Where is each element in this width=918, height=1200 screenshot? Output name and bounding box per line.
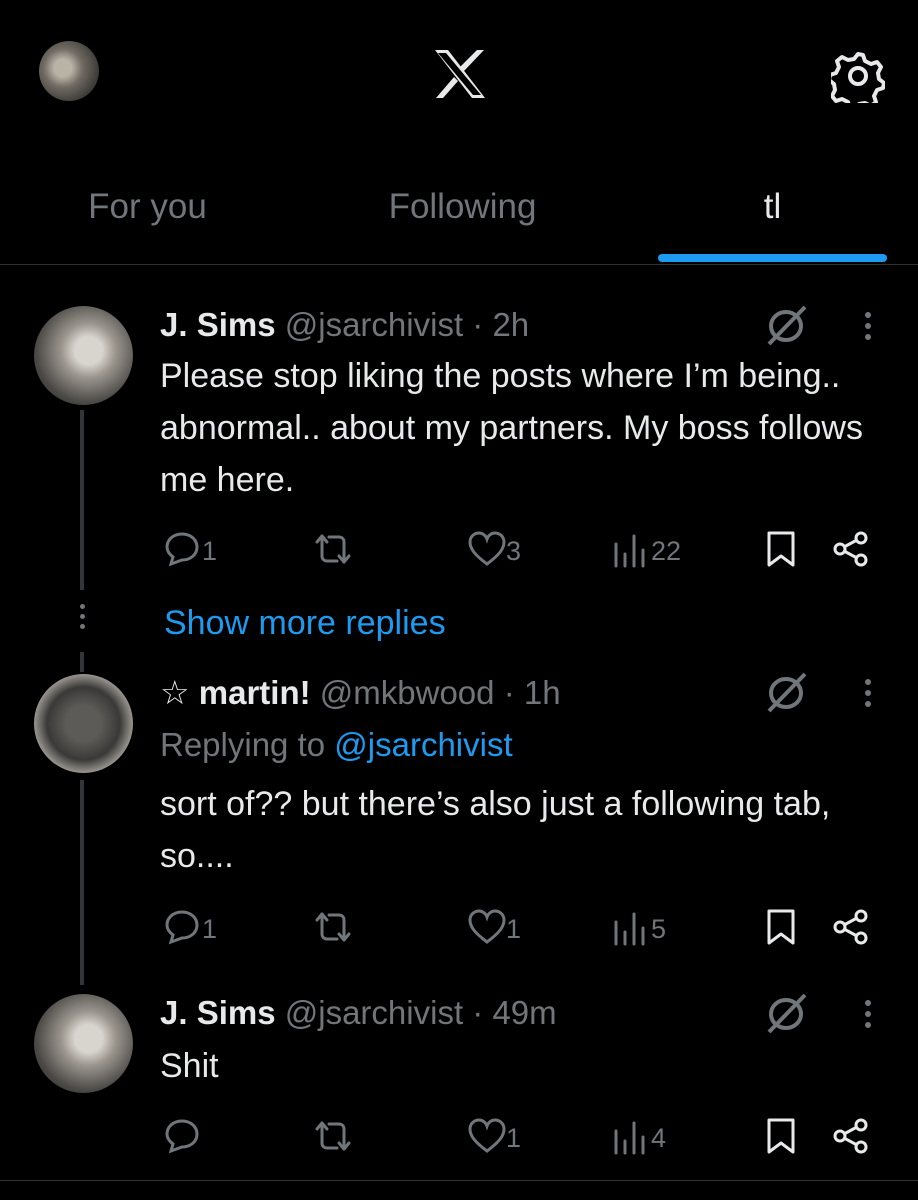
view-count: 4 — [651, 1123, 667, 1153]
timeline-tabs: For you Following tl — [0, 150, 918, 265]
view-count: 22 — [651, 536, 682, 566]
display-name[interactable]: J. Sims — [160, 994, 276, 1031]
reply-icon[interactable] — [163, 530, 201, 568]
replying-to-handle[interactable]: @jsarchivist — [334, 726, 512, 763]
avatar[interactable] — [34, 674, 133, 773]
avatar[interactable] — [34, 306, 133, 405]
post-time: · 49m — [472, 994, 557, 1031]
like-icon[interactable] — [467, 1117, 507, 1155]
share-icon[interactable] — [832, 1117, 870, 1155]
post-header: J. Sims @jsarchivist · 49m — [160, 994, 557, 1032]
display-name[interactable]: ☆ martin! — [160, 674, 311, 711]
more-options-icon[interactable] — [863, 679, 873, 712]
thread-line — [80, 780, 84, 985]
like-count: 1 — [506, 1123, 522, 1153]
thread-line — [80, 652, 84, 672]
show-more-replies-link[interactable]: Show more replies — [164, 604, 446, 643]
post-time: · 1h — [503, 674, 561, 711]
like-count: 3 — [506, 536, 522, 566]
grok-icon[interactable] — [763, 302, 809, 348]
bookmark-icon[interactable] — [766, 908, 796, 946]
reply-icon[interactable] — [163, 1117, 201, 1155]
more-options-icon[interactable] — [863, 1000, 873, 1033]
replying-to-label: Replying to — [160, 726, 326, 763]
display-name[interactable]: J. Sims — [160, 306, 276, 343]
post-header: ☆ martin! @mkbwood · 1h — [160, 673, 561, 712]
post-header: J. Sims @jsarchivist · 2h — [160, 306, 529, 344]
repost-icon[interactable] — [313, 530, 353, 568]
bookmark-icon[interactable] — [766, 1117, 796, 1155]
reply-count: 1 — [202, 536, 218, 566]
username[interactable]: @jsarchivist — [285, 306, 463, 343]
tab-following[interactable]: Following — [360, 187, 565, 227]
active-tab-indicator — [658, 254, 887, 262]
more-options-icon[interactable] — [863, 312, 873, 345]
post-text: Shit — [160, 1047, 219, 1085]
tabs-divider — [0, 264, 918, 265]
views-icon[interactable] — [612, 532, 648, 568]
grok-icon[interactable] — [763, 669, 809, 715]
collapsed-thread-dots — [77, 604, 87, 634]
view-count: 5 — [651, 914, 667, 944]
views-icon[interactable] — [612, 910, 648, 946]
share-icon[interactable] — [832, 530, 870, 568]
top-bar — [0, 0, 918, 150]
like-count: 1 — [506, 914, 522, 944]
bookmark-icon[interactable] — [766, 530, 796, 568]
gear-icon[interactable] — [831, 49, 885, 103]
username[interactable]: @jsarchivist — [285, 994, 463, 1031]
avatar[interactable] — [34, 994, 133, 1093]
profile-avatar[interactable] — [39, 41, 99, 101]
replying-to: Replying to @jsarchivist — [160, 726, 513, 764]
post-time: · 2h — [472, 306, 530, 343]
reply-count: 1 — [202, 914, 218, 944]
like-icon[interactable] — [467, 530, 507, 568]
repost-icon[interactable] — [313, 1117, 353, 1155]
repost-icon[interactable] — [313, 908, 353, 946]
grok-icon[interactable] — [763, 990, 809, 1036]
tab-tl[interactable]: tl — [735, 187, 810, 227]
feed-divider — [0, 1180, 918, 1181]
like-icon[interactable] — [467, 908, 507, 946]
username[interactable]: @mkbwood — [320, 674, 495, 711]
post-text: Please stop liking the posts where I’m b… — [160, 357, 863, 499]
tab-for-you[interactable]: For you — [60, 187, 235, 227]
views-icon[interactable] — [612, 1119, 648, 1155]
reply-icon[interactable] — [163, 908, 201, 946]
x-logo-icon[interactable] — [433, 50, 487, 98]
thread-line — [80, 410, 84, 590]
share-icon[interactable] — [832, 908, 870, 946]
post-text: sort of?? but there’s also just a follow… — [160, 785, 831, 875]
